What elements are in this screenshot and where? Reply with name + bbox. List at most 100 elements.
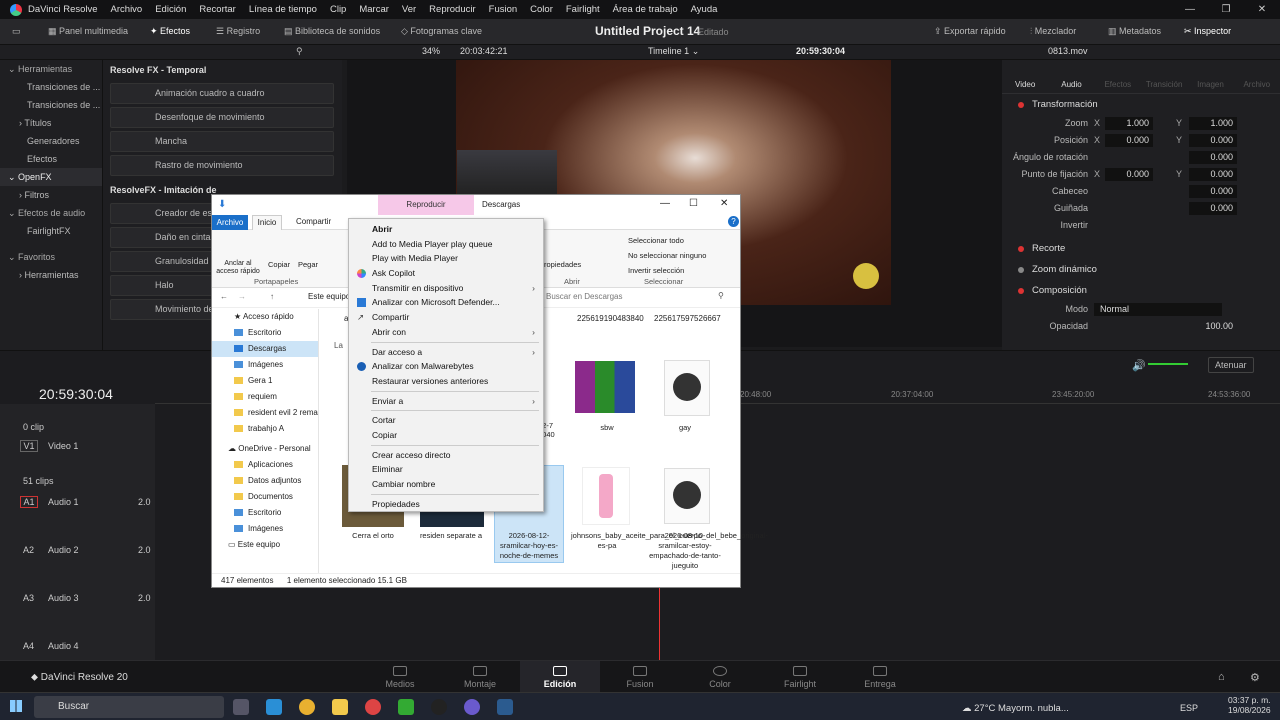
nav-item[interactable]: ▭ Este equipo bbox=[212, 537, 318, 553]
language-indicator[interactable]: ESP bbox=[1180, 703, 1198, 713]
sidebar-favoritos[interactable]: ⌄ Favoritos bbox=[0, 248, 102, 266]
tab-audio[interactable]: Audio bbox=[1048, 60, 1094, 93]
menu-item-abrir[interactable]: Abrir bbox=[349, 222, 543, 237]
file-item[interactable]: 2026-08-12-sramilcar-hoy-es-noche-de-mem… bbox=[494, 531, 564, 561]
fotogramas-button[interactable]: ◇ Fotogramas clave bbox=[401, 26, 482, 37]
menu-marcar[interactable]: Marcar bbox=[359, 4, 389, 15]
yaw-field[interactable]: 0.000 bbox=[1189, 202, 1237, 215]
nav-item[interactable]: Aplicaciones bbox=[212, 457, 318, 473]
nav-item[interactable]: Imágenes bbox=[212, 521, 318, 537]
menu-ver[interactable]: Ver bbox=[402, 4, 416, 15]
chrome-profile-icon[interactable] bbox=[365, 699, 381, 715]
menu-item-propiedades[interactable]: Propiedades bbox=[349, 497, 543, 512]
pin-quick-access-button[interactable]: Anclar al acceso rápido bbox=[216, 260, 260, 276]
nav-item[interactable]: Escritorio bbox=[212, 325, 318, 341]
search-icon[interactable]: ⚲ bbox=[296, 46, 303, 57]
close-icon[interactable]: ✕ bbox=[1244, 4, 1280, 15]
image-thumbnail[interactable] bbox=[582, 467, 630, 525]
transform-header[interactable]: Transformación bbox=[1002, 94, 1280, 115]
reproducir-tab[interactable]: Reproducir bbox=[378, 195, 474, 215]
sidebar-efectos-audio[interactable]: ⌄ Efectos de audio bbox=[0, 204, 102, 222]
minecraft-icon[interactable] bbox=[398, 699, 414, 715]
page-fusion[interactable]: Fusion bbox=[610, 679, 670, 689]
explorer-search-icon[interactable]: ⚲ bbox=[718, 291, 724, 300]
page-fairlight[interactable]: Fairlight bbox=[770, 679, 830, 689]
sidebar-transiciones-audio[interactable]: Transiciones de ... bbox=[0, 96, 102, 114]
nav-item[interactable]: Imágenes bbox=[212, 357, 318, 373]
mezclador-button[interactable]: ⫶ Mezclador bbox=[1030, 26, 1076, 37]
menu-item-eliminar[interactable]: Eliminar bbox=[349, 462, 543, 477]
select-none-button[interactable]: No seleccionar ninguno bbox=[628, 251, 706, 260]
zoom-y-field[interactable]: 1.000 bbox=[1189, 117, 1237, 130]
media-file-icon[interactable] bbox=[664, 468, 710, 524]
speaker-icon[interactable]: 🔊 bbox=[1132, 359, 1146, 372]
menu-item-crear-acceso[interactable]: Crear acceso directo bbox=[349, 448, 543, 463]
nav-item[interactable]: Descargas bbox=[212, 341, 318, 357]
pos-x-field[interactable]: 0.000 bbox=[1105, 134, 1153, 147]
menu-recortar[interactable]: Recortar bbox=[199, 4, 235, 15]
address-bar[interactable]: Este equipo bbox=[308, 292, 350, 301]
properties-button[interactable]: ropiedades bbox=[544, 260, 581, 269]
tab-transicion[interactable]: Transición bbox=[1141, 60, 1187, 93]
menu-item-compartir[interactable]: ↗ Compartir bbox=[349, 310, 543, 325]
volume-slider[interactable] bbox=[1148, 363, 1188, 365]
tab-imagen[interactable]: Imagen bbox=[1187, 60, 1233, 93]
sidebar-openfx[interactable]: ⌄ OpenFX bbox=[0, 168, 102, 186]
anchor-x-field[interactable]: 0.000 bbox=[1105, 168, 1153, 181]
media-file-icon[interactable] bbox=[664, 360, 710, 416]
v1-label[interactable]: V1 bbox=[20, 440, 38, 452]
davinci-taskbar-icon[interactable] bbox=[497, 699, 513, 715]
menu-reproducir[interactable]: Reproducir bbox=[429, 4, 475, 15]
file-item[interactable]: gay bbox=[649, 423, 721, 433]
explorer-close-icon[interactable]: ✕ bbox=[720, 198, 728, 209]
menu-item-play-media[interactable]: Play with Media Player bbox=[349, 251, 543, 266]
file-explorer-icon[interactable] bbox=[332, 699, 348, 715]
nav-item[interactable]: Documentos bbox=[212, 489, 318, 505]
nav-item[interactable]: Datos adjuntos bbox=[212, 473, 318, 489]
blend-mode-select[interactable]: Normal bbox=[1094, 303, 1222, 316]
tab-archivo[interactable]: Archivo bbox=[1234, 60, 1280, 93]
explorer-minimize-icon[interactable]: — bbox=[660, 198, 670, 209]
zoom-level[interactable]: 34% bbox=[422, 46, 440, 56]
menu-item-enviar-a[interactable]: Enviar a › bbox=[349, 394, 543, 409]
menu-item-add-queue[interactable]: Add to Media Player play queue bbox=[349, 237, 543, 252]
weather-widget[interactable]: ☁ 27°C Mayorm. nubla... bbox=[962, 703, 1069, 714]
timeline-selector[interactable]: Timeline 1 ⌄ bbox=[648, 46, 699, 57]
page-medios[interactable]: Medios bbox=[370, 679, 430, 689]
fx-item[interactable]: Rastro de movimiento bbox=[110, 155, 334, 176]
tab-inicio[interactable]: Inicio bbox=[252, 215, 282, 230]
home-icon[interactable]: ⌂ bbox=[1218, 671, 1225, 683]
search-field[interactable]: Buscar en Descargas bbox=[546, 292, 622, 301]
nav-item[interactable]: ★ Acceso rápido bbox=[212, 309, 318, 325]
a1-label[interactable]: A1 bbox=[20, 496, 38, 508]
task-view-icon[interactable] bbox=[233, 699, 249, 715]
biblioteca-button[interactable]: ▤ Biblioteca de sonidos bbox=[284, 26, 380, 37]
atenuar-button[interactable]: Atenuar bbox=[1208, 357, 1254, 373]
nav-item[interactable]: Escritorio bbox=[212, 505, 318, 521]
tab-archivo[interactable]: Archivo bbox=[212, 215, 248, 230]
sidebar-fairlightfx[interactable]: FairlightFX bbox=[0, 222, 102, 240]
page-entrega[interactable]: Entrega bbox=[850, 679, 910, 689]
registro-button[interactable]: ☰ Registro bbox=[216, 26, 260, 37]
menu-area-trabajo[interactable]: Área de trabajo bbox=[613, 4, 678, 15]
rotation-field[interactable]: 0.000 bbox=[1189, 151, 1237, 164]
copy-button[interactable]: Copiar bbox=[268, 260, 290, 269]
inspector-button[interactable]: ✂ Inspector bbox=[1184, 26, 1231, 37]
menu-fusion[interactable]: Fusion bbox=[489, 4, 518, 15]
menu-clip[interactable]: Clip bbox=[330, 4, 346, 15]
pos-y-field[interactable]: 0.000 bbox=[1189, 134, 1237, 147]
menu-fairlight[interactable]: Fairlight bbox=[566, 4, 600, 15]
metadatos-button[interactable]: ▥ Metadatos bbox=[1108, 26, 1161, 37]
up-icon[interactable]: ↑ bbox=[270, 292, 274, 301]
file-item[interactable]: sbw bbox=[571, 423, 643, 433]
menu-item-malwarebytes[interactable]: Analizar con Malwarebytes bbox=[349, 359, 543, 374]
back-icon[interactable]: ← bbox=[220, 292, 228, 301]
minimize-icon[interactable]: — bbox=[1172, 4, 1208, 15]
start-icon[interactable] bbox=[10, 700, 22, 712]
settings-icon[interactable]: ⚙ bbox=[1250, 671, 1260, 684]
paste-button[interactable]: Pegar bbox=[298, 260, 318, 269]
nav-item[interactable]: Gera 1 bbox=[212, 373, 318, 389]
panel-toggle-icon[interactable]: ▭ bbox=[12, 26, 21, 37]
select-all-button[interactable]: Seleccionar todo bbox=[628, 236, 684, 245]
composite-header[interactable]: Composición bbox=[1002, 280, 1280, 301]
